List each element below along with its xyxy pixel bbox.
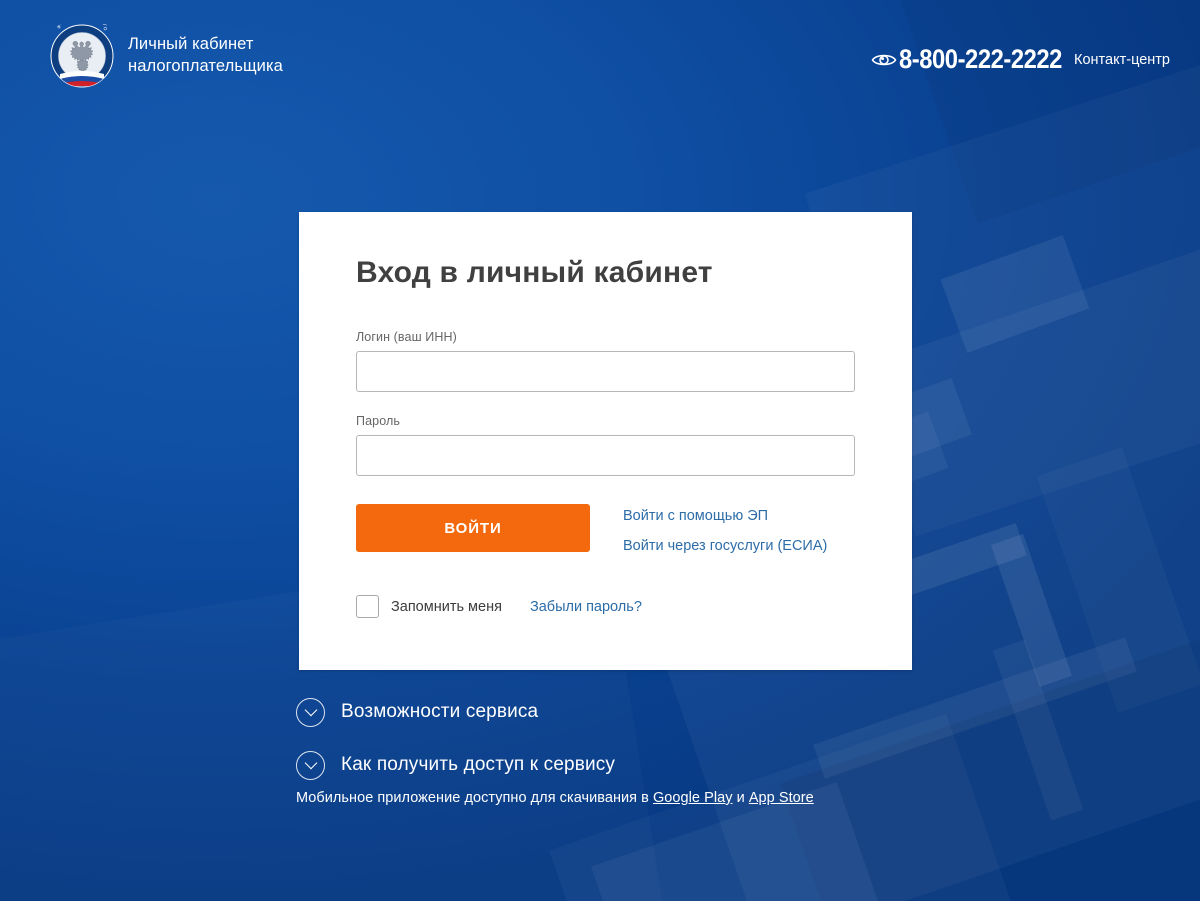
accordion: Возможности сервиса Как получить доступ … [296,690,615,787]
login-field-group: Логин (ваш ИНН) [356,330,855,392]
phone-block[interactable]: 8-800-222-2222 [871,44,1084,75]
login-with-gosuslugi-link[interactable]: Войти через госуслуги (ЕСИА) [623,538,827,554]
login-page: ФЕДЕРАЛЬНАЯ НАЛОГОВАЯ СЛУЖБА Личны [0,0,1200,901]
password-input[interactable] [356,435,855,476]
bg-shape [992,639,1084,821]
brand-title: Личный кабинет налогоплательщика [128,35,283,75]
page-header: ФЕДЕРАЛЬНАЯ НАЛОГОВАЯ СЛУЖБА Личны [0,0,1200,120]
password-field-group: Пароль [356,414,855,476]
mobile-app-note: Мобильное приложение доступно для скачив… [296,790,814,806]
alternative-login-links: Войти с помощью ЭП Войти через госуслуги… [623,504,827,554]
support-phone-number[interactable]: 8-800-222-2222 [899,44,1062,75]
mobile-app-note-text: Мобильное приложение доступно для скачив… [296,790,653,806]
remember-me-checkbox[interactable] [356,595,379,618]
bg-shape [940,235,1090,353]
password-field-label: Пароль [356,414,400,428]
bg-shape [991,533,1072,687]
forgot-password-link[interactable]: Забыли пароль? [530,599,642,615]
actions-row: ВОЙТИ Войти с помощью ЭП Войти через гос… [356,504,855,554]
header-right-group: 8-800-222-2222 Контакт-центр [871,44,1170,75]
accordion-item-label: Как получить доступ к сервису [341,754,616,775]
login-field-label: Логин (ваш ИНН) [356,330,457,344]
login-input[interactable] [356,351,855,392]
fns-coat-of-arms-logo-icon: ФЕДЕРАЛЬНАЯ НАЛОГОВАЯ СЛУЖБА [48,5,114,88]
bg-shape [1037,447,1200,713]
remember-row: Запомнить меня Забыли пароль? [356,595,855,618]
login-card: Вход в личный кабинет Логин (ваш ИНН) Па… [299,212,912,670]
remember-me-label[interactable]: Запомнить меня [391,599,502,615]
eye-icon[interactable] [871,50,897,70]
chevron-down-circle-icon [296,697,325,727]
app-store-link[interactable]: App Store [749,790,814,806]
google-play-link[interactable]: Google Play [653,790,733,806]
chevron-down-circle-icon [296,750,325,780]
accordion-item-how-to-get-access[interactable]: Как получить доступ к сервису [296,743,615,787]
brand-block[interactable]: ФЕДЕРАЛЬНАЯ НАЛОГОВАЯ СЛУЖБА Личны [48,5,283,88]
accordion-item-label: Возможности сервиса [341,701,539,722]
page-title: Вход в личный кабинет [356,256,713,289]
bg-shape [549,714,1031,901]
accordion-item-service-features[interactable]: Возможности сервиса [296,690,615,734]
submit-login-button[interactable]: ВОЙТИ [356,504,590,552]
login-with-eds-link[interactable]: Войти с помощью ЭП [623,508,827,524]
mobile-app-note-conjunction: и [732,790,749,806]
contact-center-link[interactable]: Контакт-центр [1074,52,1170,68]
